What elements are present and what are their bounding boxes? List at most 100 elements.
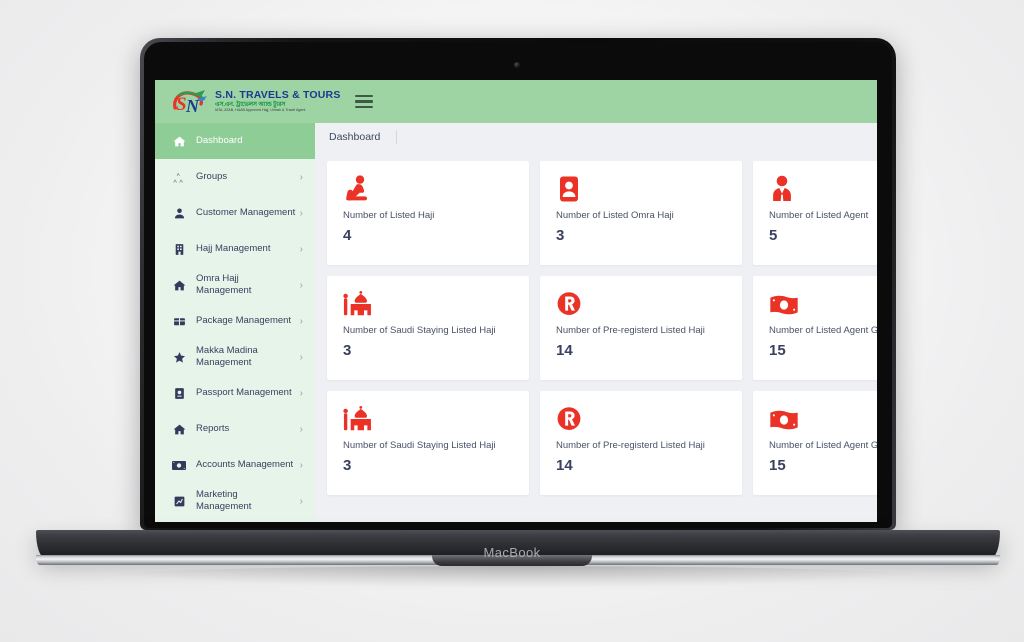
sidebar-item-groups[interactable]: A A A Groups ›	[155, 159, 315, 195]
stat-card-label: Number of Saudi Staying Listed Haji	[343, 325, 496, 336]
chevron-right-icon: ›	[299, 387, 303, 399]
sidebar-item-label: Reports	[196, 423, 230, 435]
stat-card-value: 3	[343, 456, 352, 474]
sidebar-item-label: Groups	[196, 171, 228, 183]
sidebar-item-label: Dashboard	[196, 135, 243, 147]
stat-card[interactable]: Number of Listed Agent Group 15	[753, 276, 877, 380]
chevron-right-icon: ›	[299, 495, 303, 507]
sidebar-item-package-management[interactable]: Package Management ›	[155, 303, 315, 339]
praying-person-icon	[343, 175, 515, 203]
chevron-right-icon: ›	[299, 315, 303, 327]
svg-text:A: A	[176, 171, 179, 176]
stat-card[interactable]: Number of Saudi Staying Listed Haji 3	[327, 276, 529, 380]
chevron-right-icon: ›	[299, 423, 303, 435]
money-icon	[171, 459, 187, 472]
hamburger-bar	[354, 94, 373, 98]
hamburger-bar	[354, 105, 373, 109]
stat-card-label: Number of Listed Agent	[769, 210, 869, 221]
screen-viewport: S N S.N. TRAVELS & TOURS এস.এন. ট্রাভেলস…	[155, 80, 877, 522]
stat-card-value: 14	[556, 456, 573, 474]
stat-card[interactable]: Number of Saudi Staying Listed Haji 3	[327, 391, 529, 495]
main-content: Dashboard Number of Listed Haji 4 Number o…	[315, 123, 877, 522]
brand-tagline: IATA, ATAB, HAAB Approved Hajj, Umrah & …	[215, 108, 306, 113]
sidebar-item-customer-management[interactable]: Customer Management ›	[155, 195, 315, 231]
brand-subtitle-bn: এস.এন. ট্রাভেলস অ্যান্ড ট্যুরস	[215, 101, 286, 108]
agent-icon	[769, 175, 877, 203]
stat-card-label: Number of Listed Haji	[343, 210, 435, 221]
sidebar-item-label: Marketing Management	[196, 489, 252, 512]
sidebar-item-label: Makka Madina Management	[196, 345, 258, 368]
money-note-icon	[769, 290, 877, 318]
chevron-right-icon: ›	[299, 243, 303, 255]
hamburger-icon[interactable]	[354, 94, 373, 109]
app-body: Dashboard A A A Groups › Customer Management › H…	[155, 123, 877, 522]
sidebar-item-accounts-management[interactable]: Accounts Management ›	[155, 447, 315, 483]
stat-card-label: Number of Listed Agent Group	[769, 325, 877, 336]
stat-card-value: 15	[769, 341, 786, 359]
sidebar-item-omra-hajj-management[interactable]: Omra Hajj Management ›	[155, 267, 315, 303]
sidebar-item-passport-management[interactable]: Passport Management ›	[155, 375, 315, 411]
stat-card-value: 3	[556, 226, 565, 244]
sidebar-item-makka-madina-management[interactable]: Makka Madina Management ›	[155, 339, 315, 375]
stat-card-label: Number of Saudi Staying Listed Haji	[343, 440, 496, 451]
webcam-icon	[514, 62, 520, 68]
stat-card-label: Number of Listed Agent Group	[769, 440, 877, 451]
stat-card-label: Number of Pre-registerd Listed Haji	[556, 440, 705, 451]
home-icon	[171, 423, 187, 436]
home-icon	[171, 279, 187, 292]
group-icon: AAA	[171, 171, 187, 184]
stat-card-value: 15	[769, 456, 786, 474]
sidebar-item-hajj-management[interactable]: Hajj Management ›	[155, 231, 315, 267]
breadcrumb: Dashboard	[315, 123, 877, 151]
money-note-icon	[769, 405, 877, 433]
svg-text:S: S	[176, 94, 187, 115]
building-icon	[171, 243, 187, 256]
mosque-icon	[343, 405, 515, 433]
sidebar-item-ticketing-management[interactable]: Ticketing Management	[155, 519, 315, 522]
sidebar-item-label: Customer Management	[196, 207, 296, 219]
passport-icon	[171, 387, 187, 400]
stat-card-value: 5	[769, 226, 778, 244]
sidebar-item-label: Accounts Management	[196, 459, 294, 471]
macbook-mockup: S N S.N. TRAVELS & TOURS এস.এন. ট্রাভেলস…	[0, 0, 1024, 642]
sidebar-item-marketing-management[interactable]: Marketing Management ›	[155, 483, 315, 519]
laptop-shadow	[90, 566, 940, 588]
breadcrumb-current: Dashboard	[329, 131, 381, 143]
breadcrumb-divider	[396, 130, 398, 144]
id-card-icon	[556, 175, 728, 203]
stat-card[interactable]: Number of Listed Agent 5	[753, 161, 877, 265]
stat-card-value: 14	[556, 341, 573, 359]
user-icon	[171, 207, 187, 220]
sn-logo-icon: S N	[171, 87, 209, 117]
mosque-icon	[343, 290, 515, 318]
home-icon	[171, 135, 187, 148]
sidebar-item-label: Hajj Management	[196, 243, 271, 255]
chevron-right-icon: ›	[299, 351, 303, 363]
stat-card-label: Number of Listed Omra Haji	[556, 210, 674, 221]
svg-text:A: A	[179, 178, 183, 184]
stat-card-value: 3	[343, 341, 352, 359]
stat-card[interactable]: Number of Listed Haji 4	[327, 161, 529, 265]
stat-card[interactable]: Number of Listed Omra Haji 3	[540, 161, 742, 265]
hamburger-bar	[354, 100, 373, 103]
chevron-right-icon: ›	[299, 171, 303, 183]
sidebar-item-reports[interactable]: Reports ›	[155, 411, 315, 447]
star-icon	[171, 351, 187, 364]
sidebar-item-label: Package Management	[196, 315, 292, 327]
registered-icon	[556, 290, 728, 318]
sidebar-item-label: Omra Hajj Management	[196, 273, 252, 296]
stat-card[interactable]: Number of Listed Agent Group 15	[753, 391, 877, 495]
stat-card-label: Number of Pre-registerd Listed Haji	[556, 325, 705, 336]
macbook-label: MacBook	[483, 545, 541, 560]
chart-icon	[171, 495, 187, 508]
stat-card[interactable]: Number of Pre-registerd Listed Haji 14	[540, 391, 742, 495]
stat-card[interactable]: Number of Pre-registerd Listed Haji 14	[540, 276, 742, 380]
sidebar-item-dashboard[interactable]: Dashboard	[155, 123, 315, 159]
sidebar-nav[interactable]: Dashboard A A A Groups › Customer Management › H…	[155, 123, 315, 522]
sidebar-item-label: Passport Management	[196, 387, 292, 399]
chevron-right-icon: ›	[299, 207, 303, 219]
brand-logo[interactable]: S N S.N. TRAVELS & TOURS এস.এন. ট্রাভেলস…	[155, 87, 341, 117]
registered-icon	[556, 405, 728, 433]
package-icon	[171, 315, 187, 328]
stat-card-grid: Number of Listed Haji 4 Number of Listed O…	[315, 151, 877, 495]
